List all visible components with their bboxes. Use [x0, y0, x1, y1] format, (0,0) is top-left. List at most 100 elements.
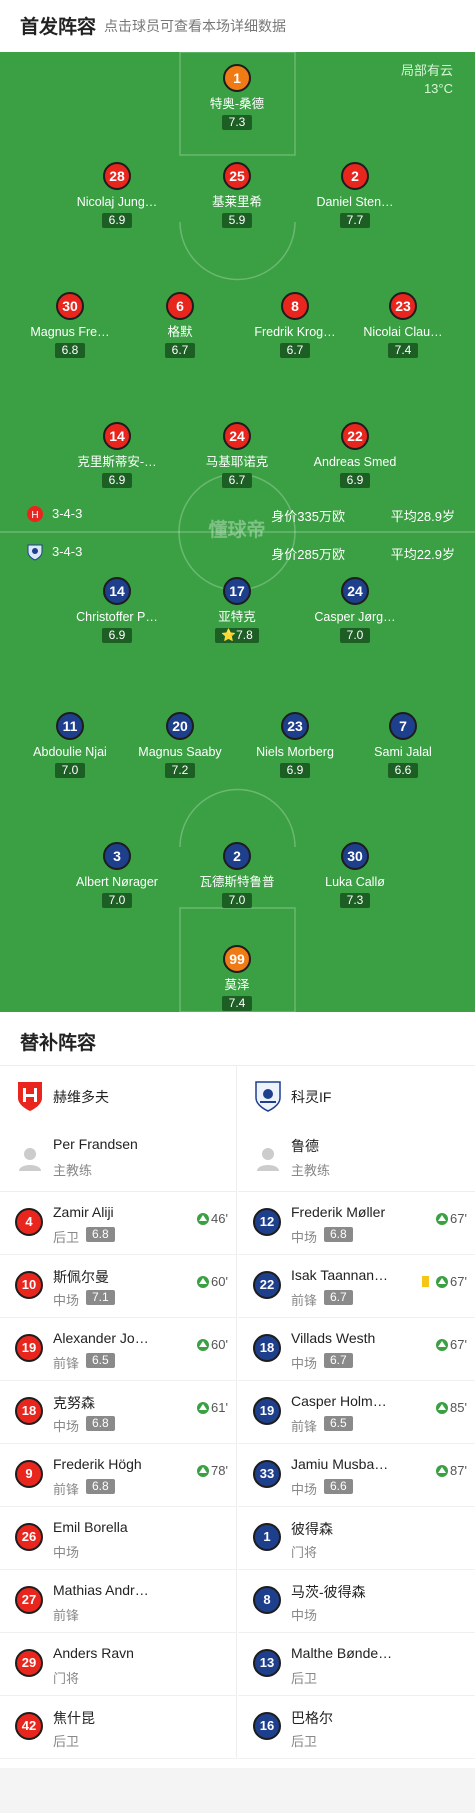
rating-value: 6.6 — [394, 763, 412, 777]
player-name: Daniel Sten… — [316, 195, 394, 209]
player-number: 7 — [389, 712, 417, 740]
player-name: Casper Jørg… — [314, 610, 396, 624]
player-name: Albert Nørager — [76, 875, 158, 889]
home-player[interactable]: 6 格默 6.7 — [115, 292, 245, 359]
sub-position: 后卫 — [291, 1671, 318, 1686]
sub-player-row[interactable]: 16 巴格尔 后卫 — [238, 1696, 475, 1759]
away-player[interactable]: 2 瓦德斯特鲁普 7.0 — [172, 842, 302, 909]
away-player[interactable]: 3 Albert Nørager 7.0 — [52, 842, 182, 909]
player-rating: 7.0 — [55, 763, 85, 778]
sub-player-row[interactable]: 8 马茨-彼得森 中场 — [238, 1570, 475, 1633]
away-coach-row[interactable]: 鲁德 主教练 — [238, 1126, 475, 1192]
rating-value: 7.2 — [171, 763, 189, 777]
player-name: 基莱里希 — [211, 195, 262, 209]
home-player[interactable]: 1 特奥-桑德 7.3 — [172, 64, 302, 131]
sub-name: Zamir Aliji — [53, 1204, 114, 1220]
away-team-row[interactable]: 科灵IF — [238, 1066, 475, 1126]
weather-temp: 13°C — [423, 81, 453, 96]
home-player[interactable]: 14 克里斯蒂安-… 6.9 — [52, 422, 182, 489]
sub-player-row[interactable]: 22 Isak Taannan… 前锋 6.7 67' — [238, 1255, 475, 1318]
home-player[interactable]: 2 Daniel Sten… 7.7 — [290, 162, 420, 229]
player-number: 17 — [223, 577, 251, 605]
home-coach-row[interactable]: Per Frandsen 主教练 — [0, 1126, 236, 1192]
player-rating: 6.9 — [102, 628, 132, 643]
sub-in-minute: 67' — [450, 1337, 467, 1352]
sub-player-row[interactable]: 18 Villads Westh 中场 6.7 67' — [238, 1318, 475, 1381]
home-team-badge-icon: H — [27, 506, 43, 522]
sub-position: 前锋 — [291, 1293, 318, 1308]
rating-value: 6.9 — [108, 473, 126, 487]
sub-player-row[interactable]: 9 Frederik Högh 前锋 6.8 78' — [0, 1444, 236, 1507]
sub-in-arrow-icon — [436, 1212, 449, 1225]
sub-player-row[interactable]: 27 Mathias Andr… 前锋 — [0, 1570, 236, 1633]
home-player[interactable]: 23 Nicolai Clau… 7.4 — [338, 292, 468, 359]
sub-in-time: 67' — [436, 1211, 467, 1226]
sub-player-row[interactable]: 42 焦什昆 后卫 — [0, 1696, 236, 1759]
away-player[interactable]: 30 Luka Callø 7.3 — [290, 842, 420, 909]
sub-player-row[interactable]: 10 斯佩尔曼 中场 7.1 60' — [0, 1255, 236, 1318]
sub-player-row[interactable]: 1 彼得森 门将 — [238, 1507, 475, 1570]
player-name: 莫泽 — [224, 978, 250, 992]
sub-player-row[interactable]: 33 Jamiu Musba… 中场 6.6 87' — [238, 1444, 475, 1507]
sub-name: 克努森 — [53, 1395, 95, 1411]
rating-value: 7.4 — [228, 996, 246, 1010]
sub-player-row[interactable]: 26 Emil Borella 中场 — [0, 1507, 236, 1570]
sub-player-row[interactable]: 29 Anders Ravn 门将 — [0, 1633, 236, 1696]
sub-player-row[interactable]: 13 Malthe Bønde… 后卫 — [238, 1633, 475, 1696]
sub-name: 彼得森 — [291, 1521, 333, 1537]
rating-value: 6.9 — [108, 213, 126, 227]
player-rating: 7.0 — [222, 893, 252, 908]
sub-in-arrow-icon — [436, 1464, 449, 1477]
sub-in-arrow-icon — [436, 1338, 449, 1351]
sub-player-row[interactable]: 19 Casper Holm… 前锋 6.5 85' — [238, 1381, 475, 1444]
away-player[interactable]: 20 Magnus Saaby 7.2 — [115, 712, 245, 779]
sub-player-row[interactable]: 18 克努森 中场 6.8 61' — [0, 1381, 236, 1444]
sub-position: 前锋 — [291, 1419, 318, 1434]
sub-in-minute: 46' — [211, 1211, 228, 1226]
rating-value: 6.9 — [108, 628, 126, 642]
player-name: Andreas Smed — [313, 455, 397, 469]
away-coach-name: 鲁德 — [291, 1138, 319, 1154]
player-name: 克里斯蒂安-… — [77, 455, 157, 469]
home-player[interactable]: 28 Nicolaj Jung… 6.9 — [52, 162, 182, 229]
away-subs-column: 科灵IF 鲁德 主教练 12 Frederik Møller 中场 6.8 67' 22 I… — [238, 1066, 475, 1759]
away-player[interactable]: 7 Sami Jalal 6.6 — [338, 712, 468, 779]
player-name: 格默 — [167, 325, 193, 339]
home-player[interactable]: 24 马基耶诺克 6.7 — [172, 422, 302, 489]
away-player[interactable]: 24 Casper Jørg… 7.0 — [290, 577, 420, 644]
sub-number: 22 — [253, 1271, 281, 1299]
home-subs-column: 赫维多夫 Per Frandsen 主教练 4 Zamir Aliji 后卫 6.8 4… — [0, 1066, 237, 1759]
player-rating: 7.0 — [102, 893, 132, 908]
sub-player-row[interactable]: 12 Frederik Møller 中场 6.8 67' — [238, 1192, 475, 1255]
player-rating: 7.4 — [388, 343, 418, 358]
home-player[interactable]: 25 基莱里希 5.9 — [172, 162, 302, 229]
sub-player-row[interactable]: 4 Zamir Aliji 后卫 6.8 46' — [0, 1192, 236, 1255]
rating-value: 6.7 — [171, 343, 189, 357]
player-number: 24 — [223, 422, 251, 450]
sub-in-time: 85' — [436, 1400, 467, 1415]
sub-name: Anders Ravn — [53, 1645, 134, 1661]
sub-rating: 6.8 — [86, 1416, 115, 1431]
home-player[interactable]: 22 Andreas Smed 6.9 — [290, 422, 420, 489]
home-team-row[interactable]: 赫维多夫 — [0, 1066, 236, 1126]
away-player[interactable]: 14 Christoffer P… 6.9 — [52, 577, 182, 644]
sub-in-arrow-icon — [197, 1401, 210, 1414]
sub-name: Isak Taannan… — [291, 1267, 389, 1283]
player-rating: 6.9 — [340, 473, 370, 488]
sub-rating: 7.1 — [86, 1290, 115, 1305]
coach-avatar-icon — [257, 1148, 279, 1171]
sub-name: Frederik Møller — [291, 1204, 386, 1220]
away-player[interactable]: 99 莫泽 7.4 — [172, 945, 302, 1012]
player-rating: 7.0 — [340, 628, 370, 643]
player-number: 20 — [166, 712, 194, 740]
away-player[interactable]: 17 亚特克 ⭐7.8 — [172, 577, 302, 644]
lineup-header: 首发阵容 点击球员可查看本场详细数据 — [0, 0, 475, 52]
sub-number: 33 — [253, 1460, 281, 1488]
player-number: 22 — [341, 422, 369, 450]
sub-position: 前锋 — [53, 1356, 80, 1371]
player-rating: ⭐7.8 — [215, 628, 259, 643]
sub-number: 19 — [253, 1397, 281, 1425]
sub-player-row[interactable]: 19 Alexander Jo… 前锋 6.5 60' — [0, 1318, 236, 1381]
player-number: 14 — [103, 422, 131, 450]
sub-in-minute: 78' — [211, 1463, 228, 1478]
